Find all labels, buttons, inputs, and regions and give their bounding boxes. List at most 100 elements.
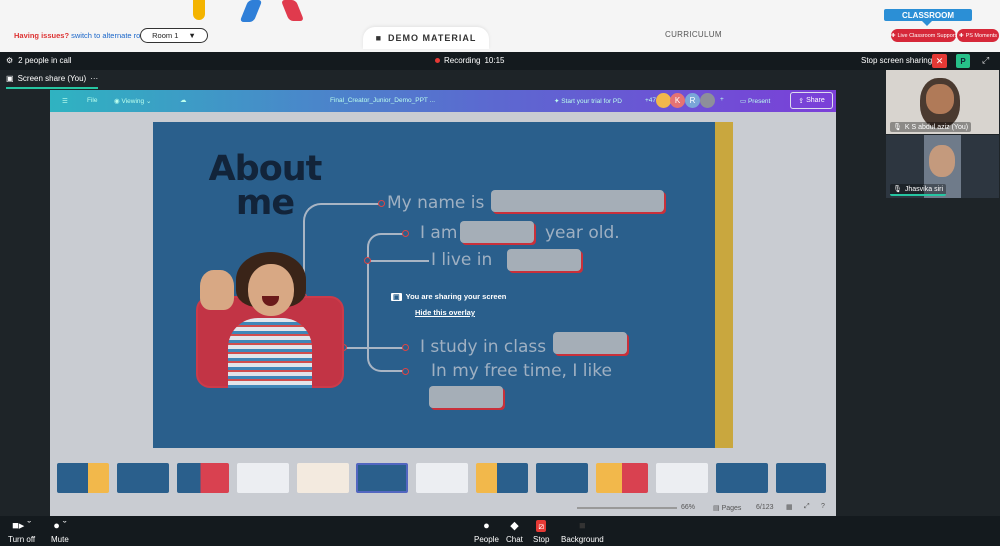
slide-thumbnail[interactable]	[656, 463, 708, 493]
slide-title-line1: About	[208, 149, 323, 189]
slide-thumbnail-selected[interactable]	[356, 463, 408, 493]
connector-node	[402, 344, 409, 351]
tab-demo-material-label: DEMO MATERIAL	[388, 33, 477, 43]
collab-avatar-emoji	[656, 93, 671, 108]
slide-thumbnail[interactable]	[596, 463, 648, 493]
connector-live	[367, 260, 429, 262]
fullscreen-icon[interactable]: ⤢	[982, 55, 989, 66]
slide-line-live: I live in	[431, 250, 493, 270]
people-button[interactable]: ● People	[474, 520, 499, 544]
slide-thumbnail[interactable]	[57, 463, 109, 493]
menu-icon[interactable]: ☰	[62, 97, 68, 105]
pages-label: Pages	[721, 505, 742, 512]
canva-doc-title[interactable]: Final_Creator_Junior_Demo_PPT ...	[330, 97, 435, 104]
slide-thumbnail[interactable]	[177, 463, 229, 493]
slide-line-class: I study in class	[420, 337, 547, 357]
participant-tile-2[interactable]: 🎙 Jhasvika siri	[886, 135, 999, 198]
canva-share-button[interactable]: ⇪ Share	[790, 92, 833, 109]
canva-viewing-menu[interactable]: ◉ Viewing ⌄	[114, 97, 151, 105]
camera-toggle-button[interactable]: ■▸ ˇ Turn off	[8, 520, 35, 544]
issues-text: Having issues?	[14, 31, 70, 40]
participant-label: 🎙 Jhasvika siri	[890, 184, 947, 196]
background-label: Background	[561, 535, 604, 544]
slide-thumbnail[interactable]	[416, 463, 468, 493]
cloud-icon: ☁	[180, 97, 187, 104]
classroom-pointer	[922, 21, 932, 26]
girl-dress	[228, 318, 312, 388]
live-support-button[interactable]: ✚ Live Classroom Support	[891, 29, 956, 42]
room-select[interactable]: Room 1 ▼	[140, 28, 208, 43]
turn-off-label: Turn off	[8, 535, 36, 544]
canva-present-label: Present	[747, 98, 771, 105]
zoom-slider[interactable]	[577, 507, 677, 509]
logo-deco-yellow	[193, 0, 205, 20]
recording-indicator: Recording 10:15	[435, 56, 505, 65]
recording-label: Recording	[444, 56, 481, 65]
stop-share-button[interactable]: ⧄ Stop	[533, 520, 549, 544]
girl-hand	[200, 270, 234, 310]
pages-button[interactable]: ▤ Pages	[713, 504, 741, 512]
recording-time: 10:15	[484, 56, 505, 65]
slide-thumbnail[interactable]	[776, 463, 826, 493]
folder-icon: ■	[375, 33, 383, 43]
canva-collab-count: +47	[645, 97, 657, 104]
alternate-room-link[interactable]: switch to alternate room	[71, 31, 151, 40]
blank-age	[460, 221, 534, 243]
ps-moments-button[interactable]: ✚ PS Moments	[957, 29, 999, 42]
canva-trial-link[interactable]: ✦ Start your trial for PD	[554, 97, 622, 105]
share-icon: ⇪	[798, 97, 805, 105]
mute-button[interactable]: ● ˇ Mute	[51, 520, 69, 544]
tab-classroom[interactable]: CLASSROOM	[884, 9, 972, 21]
connector-node	[402, 230, 409, 237]
fullscreen-canva-icon[interactable]: ⤢	[804, 503, 810, 511]
tab-screen-share-label: Screen share (You)	[17, 74, 87, 83]
hide-overlay-link[interactable]: Hide this overlay	[415, 308, 506, 317]
connector-age	[367, 233, 406, 261]
stop-share-icon: ⧄	[536, 520, 547, 532]
collab-avatar-photo	[700, 93, 715, 108]
moments-icon: ✚	[958, 32, 964, 39]
slide-thumbnail[interactable]	[117, 463, 169, 493]
blank-free	[429, 386, 503, 408]
more-options-icon[interactable]: ···	[90, 74, 98, 83]
call-toolbar	[0, 516, 1000, 546]
logo-deco-red	[280, 0, 305, 21]
p-avatar-button[interactable]: P	[956, 54, 970, 68]
chat-button[interactable]: ◆ Chat	[506, 520, 523, 544]
ps-moments-label: PS Moments	[965, 32, 998, 39]
zoom-level[interactable]: 66%	[681, 504, 695, 511]
canva-viewing-label: Viewing	[121, 98, 145, 105]
tab-screen-share[interactable]: ▣ Screen share (You) ···	[6, 74, 99, 89]
slide-thumbnail[interactable]	[476, 463, 528, 493]
sharing-notice: ▣ You are sharing your screen	[391, 292, 506, 301]
add-collaborator-icon[interactable]: +	[720, 96, 724, 103]
slide-thumbnail[interactable]	[297, 463, 349, 493]
help-icon[interactable]: ?	[821, 503, 825, 510]
tab-demo-material[interactable]: ■ DEMO MATERIAL	[363, 27, 489, 49]
stop-sharing-button[interactable]: ✕	[932, 54, 947, 68]
connector-node	[364, 257, 371, 264]
gear-icon[interactable]: ⚙	[6, 56, 13, 65]
canva-trial-label: Start your trial for PD	[561, 98, 622, 105]
slide-thumbnail[interactable]	[716, 463, 768, 493]
stop-sharing-label[interactable]: Stop screen sharing	[861, 56, 932, 65]
slide-thumbnail[interactable]	[237, 463, 289, 493]
issues-notice: Having issues? switch to alternate room	[14, 31, 151, 40]
collab-avatar-r: R	[685, 93, 700, 108]
canva-present-button[interactable]: ▭ Present	[740, 97, 770, 105]
people-count[interactable]: ⚙ 2 people in call	[6, 56, 72, 65]
camera-icon: ■▸ ˇ	[12, 520, 31, 532]
live-support-label: Live Classroom Support	[897, 32, 957, 39]
blank-class	[553, 332, 627, 354]
slide-side-strip	[715, 122, 733, 448]
background-button[interactable]: ■ Background	[561, 520, 604, 544]
slide-thumbnail[interactable]	[536, 463, 588, 493]
mic-icon: 🎙	[893, 124, 902, 131]
record-dot-icon	[435, 58, 440, 63]
grid-view-icon[interactable]: ▦	[786, 503, 793, 511]
canva-file-menu[interactable]: File	[87, 97, 97, 104]
participant-tile-1[interactable]: 🎙 K S abdul aziz (You)	[886, 70, 999, 134]
present-icon: ▭	[740, 98, 748, 105]
connector-vertical	[367, 262, 369, 348]
tab-curriculum[interactable]: CURRICULUM	[665, 30, 722, 39]
